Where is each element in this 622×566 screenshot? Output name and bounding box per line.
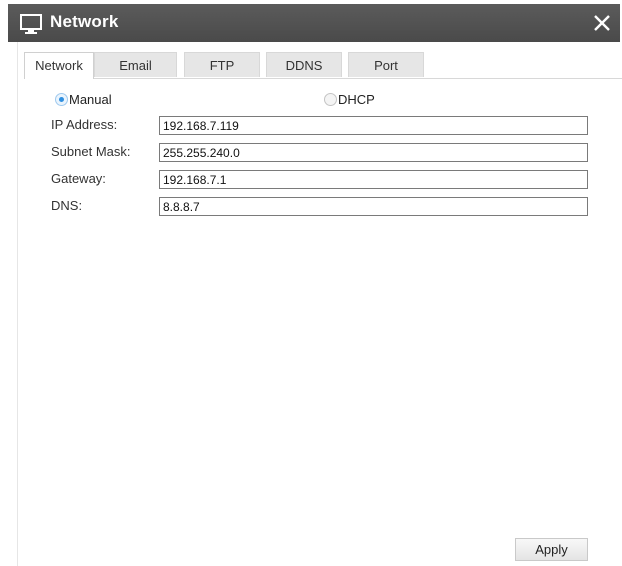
subnet-mask-field[interactable] [159, 143, 588, 162]
gateway-label: Gateway: [51, 171, 106, 186]
manual-label: Manual [69, 92, 112, 107]
tab-bar: Network Email FTP DDNS Port [24, 52, 622, 79]
apply-button[interactable]: Apply [515, 538, 588, 561]
dns-field[interactable] [159, 197, 588, 216]
tab-ddns-label: DDNS [285, 58, 323, 73]
tab-ddns[interactable]: DDNS [266, 52, 342, 77]
dhcp-label: DHCP [338, 92, 375, 107]
tab-email[interactable]: Email [94, 52, 177, 77]
network-monitor-icon [20, 14, 42, 34]
dialog-content: Network Email FTP DDNS Port Manual DHCP … [17, 42, 622, 566]
window-title: Network [50, 12, 119, 31]
dns-label: DNS: [51, 198, 83, 213]
ip-address-field[interactable] [159, 116, 588, 135]
tab-port[interactable]: Port [348, 52, 424, 77]
tab-port-label: Port [374, 58, 398, 73]
dhcp-radio[interactable] [324, 93, 337, 106]
ip-mode-selector: Manual DHCP [18, 92, 618, 110]
ip-address-label: IP Address: [51, 117, 118, 132]
tab-ftp-label: FTP [209, 58, 235, 73]
tab-network-label: Network [35, 58, 83, 73]
tab-email-label: Email [119, 58, 152, 73]
gateway-field[interactable] [159, 170, 588, 189]
close-icon[interactable] [592, 13, 612, 33]
tab-network[interactable]: Network [24, 52, 94, 79]
manual-radio[interactable] [55, 93, 68, 106]
tab-ftp[interactable]: FTP [184, 52, 260, 77]
subnet-mask-label: Subnet Mask: [51, 144, 131, 159]
title-bar: Network [8, 4, 620, 42]
